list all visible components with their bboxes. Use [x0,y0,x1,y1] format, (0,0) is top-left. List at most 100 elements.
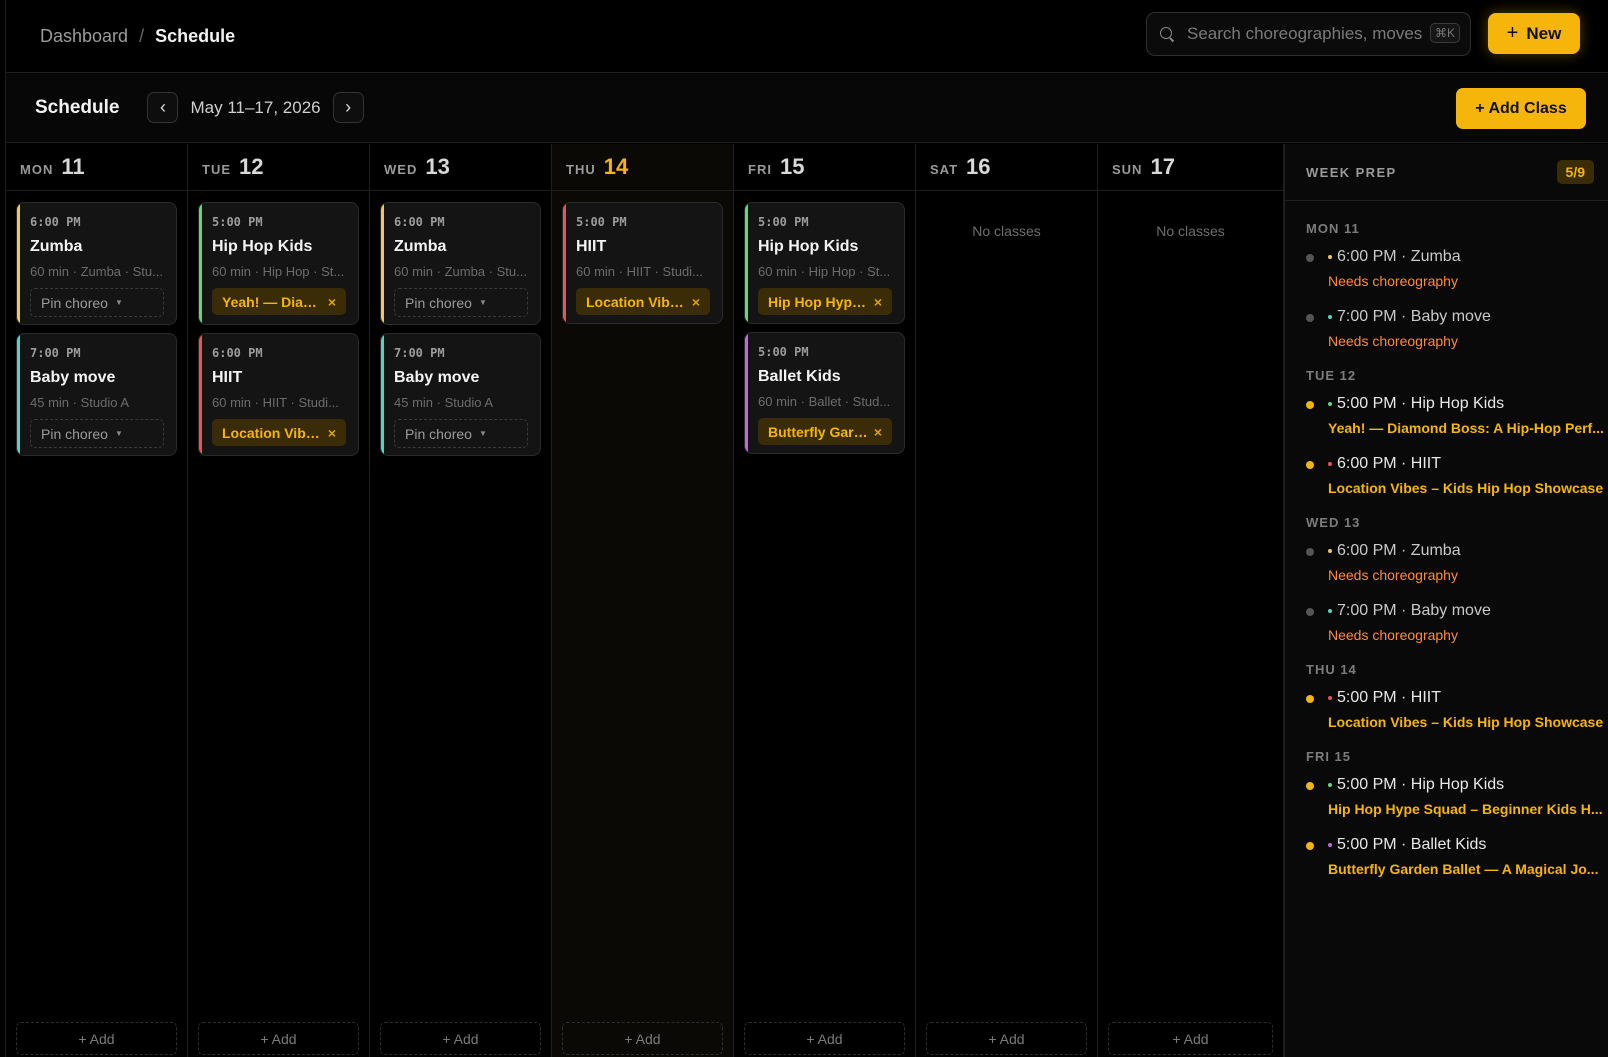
class-card[interactable]: 6:00 PM Zumba 60 min · Zumba · Stu... Pi… [16,202,177,325]
prep-item[interactable]: 6:00 PM · HIIT Location Vibes – Kids Hip… [1306,455,1608,496]
prep-item[interactable]: 6:00 PM · Zumba Needs choreography [1306,542,1608,583]
class-card[interactable]: 6:00 PM HIIT 60 min · HIIT · Studi... Lo… [198,333,359,456]
prep-item-choreo: Location Vibes – Kids Hip Hop Showcase [1328,480,1604,496]
day-column-thu: THU 14 5:00 PM HIIT 60 min · HIIT · Stud… [552,144,734,1057]
schedule-header: Schedule ‹ May 11–17, 2026 › + Add Class [6,73,1608,143]
close-icon[interactable]: × [692,294,700,310]
add-class-slot[interactable]: + Add [744,1022,905,1055]
class-name: Baby move [394,369,480,386]
prep-item[interactable]: 5:00 PM · Hip Hop Kids Hip Hop Hype Squa… [1306,776,1608,817]
class-name: Hip Hop Kids [212,238,313,255]
new-button-label: New [1526,23,1562,43]
close-icon[interactable]: × [328,294,336,310]
close-icon[interactable]: × [874,294,882,310]
week-prep-panel: WEEK PREP 5/9 MON 11 6:00 PM · Zumba Nee… [1284,144,1608,1057]
week-grid: MON 11 6:00 PM Zumba 60 min · Zumba · St… [6,144,1284,1057]
day-of-week: SAT [930,162,959,177]
class-meta: 45 min · Studio A [30,395,129,410]
add-class-slot[interactable]: + Add [198,1022,359,1055]
close-icon[interactable]: × [874,424,882,440]
day-header: SUN 17 [1098,144,1283,191]
pinned-choreo-tag[interactable]: Location Vibe... × [212,419,346,446]
prep-item[interactable]: 7:00 PM · Baby move Needs choreography [1306,308,1608,349]
day-of-week: TUE [202,162,231,177]
class-meta: 60 min · Hip Hop · St... [758,264,891,279]
pinned-choreo-label: Location Vibe... [222,424,322,441]
class-card[interactable]: 7:00 PM Baby move 45 min · Studio A Pin … [380,333,541,456]
prep-item[interactable]: 7:00 PM · Baby move Needs choreography [1306,602,1608,643]
prev-week-button[interactable]: ‹ [147,92,179,123]
add-class-slot[interactable]: + Add [1108,1022,1273,1055]
prep-day-label: MON 11 [1306,221,1360,236]
class-card[interactable]: 5:00 PM HIIT 60 min · HIIT · Studi... Lo… [562,202,723,324]
prep-item-title: 6:00 PM · Zumba [1337,542,1461,559]
new-button[interactable]: + New [1488,13,1580,54]
prep-item-choreo: Yeah! — Diamond Boss: A Hip-Hop Perf... [1328,420,1604,436]
pin-choreo-dropdown[interactable]: Pin choreo ▼ [30,419,164,448]
add-class-slot[interactable]: + Add [926,1022,1087,1055]
class-card[interactable]: 5:00 PM Hip Hop Kids 60 min · Hip Hop · … [744,202,905,324]
add-class-slot[interactable]: + Add [380,1022,541,1055]
next-week-button[interactable]: › [332,92,364,123]
status-dot [1306,782,1314,790]
plus-icon: + [1506,22,1519,44]
class-meta: 60 min · HIIT · Studi... [576,264,703,279]
class-color-dot [1328,696,1332,700]
pinned-choreo-tag[interactable]: Hip Hop Hype... × [758,288,892,315]
pinned-choreo-tag[interactable]: Butterfly Gard... × [758,418,892,445]
page-title: Schedule [35,96,120,118]
add-class-button[interactable]: + Add Class [1456,88,1586,129]
search-input[interactable] [1187,24,1425,44]
pinned-choreo-tag[interactable]: Location Vibe... × [576,288,710,315]
day-column-mon: MON 11 6:00 PM Zumba 60 min · Zumba · St… [6,144,188,1057]
prep-item[interactable]: 5:00 PM · Hip Hop Kids Yeah! — Diamond B… [1306,395,1608,436]
prep-day-label: TUE 12 [1306,368,1357,383]
add-class-slot[interactable]: + Add [16,1022,177,1055]
prep-item[interactable]: 5:00 PM · HIIT Location Vibes – Kids Hip… [1306,689,1608,730]
status-dot [1306,548,1314,556]
breadcrumb-dashboard-link[interactable]: Dashboard [40,26,128,47]
close-icon[interactable]: × [328,425,336,441]
caret-down-icon: ▼ [114,429,123,438]
day-number: 13 [425,154,450,179]
pin-choreo-label: Pin choreo [405,294,472,311]
pin-choreo-dropdown[interactable]: Pin choreo ▼ [394,288,528,317]
class-card[interactable]: 6:00 PM Zumba 60 min · Zumba · Stu... Pi… [380,202,541,325]
prep-day-label: WED 13 [1306,515,1361,530]
day-of-week: THU [566,162,596,177]
class-card[interactable]: 5:00 PM Hip Hop Kids 60 min · Hip Hop · … [198,202,359,325]
prep-item-title: 6:00 PM · Zumba [1337,248,1461,265]
prep-item-choreo: Hip Hop Hype Squad – Beginner Kids H... [1328,801,1603,817]
class-color-dot [1328,462,1332,466]
day-of-week: WED [384,162,418,177]
day-header: TUE 12 [188,144,369,191]
pinned-choreo-tag[interactable]: Yeah! — Diam... × [212,288,346,315]
status-dot [1306,842,1314,850]
caret-down-icon: ▼ [478,298,487,307]
search-icon [1159,26,1175,42]
prep-item-title: 5:00 PM · Hip Hop Kids [1337,776,1505,793]
status-dot [1306,314,1314,322]
app-root: Dashboard / Schedule ⌘K + New Schedule ‹… [5,0,1608,1057]
day-header: SAT 16 [916,144,1097,191]
status-dot [1306,254,1314,262]
pin-choreo-label: Pin choreo [405,425,472,442]
pin-choreo-dropdown[interactable]: Pin choreo ▼ [394,419,528,448]
class-card[interactable]: 7:00 PM Baby move 45 min · Studio A Pin … [16,333,177,456]
add-class-slot[interactable]: + Add [562,1022,723,1055]
prep-item-title: 5:00 PM · Ballet Kids [1337,836,1487,853]
class-meta: 60 min · HIIT · Studi... [212,395,339,410]
class-name: Zumba [394,238,447,255]
prep-item[interactable]: 6:00 PM · Zumba Needs choreography [1306,248,1608,289]
class-time: 5:00 PM [576,215,627,229]
search-box[interactable]: ⌘K [1146,12,1471,56]
day-number: 14 [603,154,629,179]
class-time: 6:00 PM [30,215,81,229]
class-time: 6:00 PM [394,215,445,229]
class-card[interactable]: 5:00 PM Ballet Kids 60 min · Ballet · St… [744,332,905,454]
status-dot [1306,695,1314,703]
prep-item-status: Needs choreography [1328,333,1458,349]
prep-item[interactable]: 5:00 PM · Ballet Kids Butterfly Garden B… [1306,836,1608,877]
pinned-choreo-label: Yeah! — Diam... [222,293,322,310]
pin-choreo-dropdown[interactable]: Pin choreo ▼ [30,288,164,317]
